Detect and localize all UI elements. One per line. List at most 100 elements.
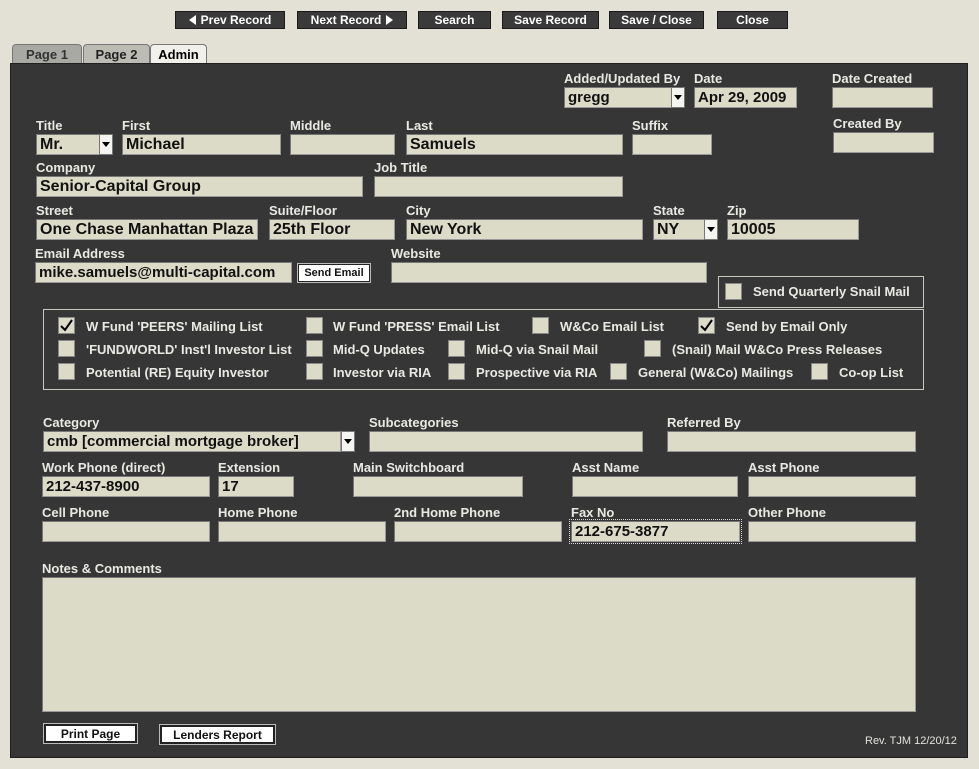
list-checkbox-investor-ria[interactable]: [306, 363, 323, 380]
tab-page-2[interactable]: Page 2: [83, 44, 150, 64]
suffix-label: Suffix: [632, 118, 669, 133]
list-checkbox-general-mailings[interactable]: [610, 363, 627, 380]
list-checkbox-fundworld[interactable]: [58, 340, 75, 357]
referred-by-field[interactable]: [667, 431, 916, 452]
work-phone-field[interactable]: 212-437-8900: [42, 476, 210, 497]
notes-label: Notes & Comments: [42, 561, 162, 576]
list-label-equity-investor: Potential (RE) Equity Investor: [86, 365, 269, 380]
prev-record-button[interactable]: Prev Record: [175, 11, 285, 29]
extension-label: Extension: [218, 460, 281, 475]
suite-label: Suite/Floor: [269, 203, 337, 218]
triangle-left-icon: [188, 15, 196, 25]
asst-name-field[interactable]: [572, 476, 738, 497]
fax-field[interactable]: 212-675-3877: [569, 519, 742, 544]
list-checkbox-press-releases[interactable]: [644, 340, 661, 357]
last-name-field[interactable]: Samuels: [406, 134, 623, 155]
chevron-down-icon: [102, 142, 110, 147]
other-phone-label: Other Phone: [748, 505, 827, 520]
list-checkbox-peers[interactable]: [58, 317, 75, 334]
list-label-peers: W Fund 'PEERS' Mailing List: [86, 319, 263, 334]
title-dropdown[interactable]: [99, 134, 113, 155]
asst-phone-label: Asst Phone: [748, 460, 820, 475]
list-checkbox-email-only[interactable]: [698, 317, 715, 334]
list-checkbox-midq[interactable]: [306, 340, 323, 357]
extension-field[interactable]: 17: [218, 476, 294, 497]
next-record-button[interactable]: Next Record: [297, 11, 407, 29]
first-label: First: [122, 118, 151, 133]
date-label: Date: [694, 71, 723, 86]
created-by-field[interactable]: [833, 132, 934, 153]
list-label-email-only: Send by Email Only: [726, 319, 848, 334]
triangle-right-icon: [386, 15, 394, 25]
suffix-field[interactable]: [632, 134, 712, 155]
first-name-field[interactable]: Michael: [122, 134, 281, 155]
added-by-dropdown[interactable]: [671, 87, 685, 108]
list-label-investor-ria: Investor via RIA: [333, 365, 432, 380]
notes-textarea[interactable]: [42, 577, 916, 712]
city-field[interactable]: New York: [406, 219, 643, 240]
switchboard-label: Main Switchboard: [353, 460, 465, 475]
home2-phone-label: 2nd Home Phone: [394, 505, 501, 520]
date-field[interactable]: Apr 29, 2009: [694, 87, 797, 108]
referred-by-label: Referred By: [667, 415, 741, 430]
home-phone-field[interactable]: [218, 521, 386, 542]
job-title-field[interactable]: [374, 176, 623, 197]
added-by-label: Added/Updated By: [564, 71, 681, 86]
search-button[interactable]: Search: [418, 11, 491, 29]
asst-name-label: Asst Name: [572, 460, 640, 475]
list-label-press: W Fund 'PRESS' Email List: [333, 319, 500, 334]
subcategories-field[interactable]: [369, 431, 643, 452]
title-select[interactable]: Mr.: [36, 134, 100, 155]
website-field[interactable]: [391, 262, 707, 283]
list-label-midq-snail: Mid-Q via Snail Mail: [476, 342, 599, 357]
last-label: Last: [406, 118, 433, 133]
email-label: Email Address: [35, 246, 125, 261]
state-dropdown[interactable]: [704, 219, 718, 240]
switchboard-field[interactable]: [353, 476, 523, 497]
list-checkbox-prospective-ria[interactable]: [448, 363, 465, 380]
company-field[interactable]: Senior-Capital Group: [36, 176, 363, 197]
tab-page-1[interactable]: Page 1: [12, 44, 82, 64]
list-checkbox-equity-investor[interactable]: [58, 363, 75, 380]
suite-field[interactable]: 25th Floor: [269, 219, 395, 240]
email-field[interactable]: mike.samuels@multi-capital.com: [35, 262, 292, 283]
added-by-select[interactable]: gregg: [564, 87, 673, 108]
date-created-field[interactable]: [832, 87, 933, 108]
save-record-button[interactable]: Save Record: [502, 11, 599, 29]
created-by-label: Created By: [833, 116, 902, 131]
print-page-button[interactable]: Print Page: [43, 723, 138, 744]
list-label-general-mailings: General (W&Co) Mailings: [638, 365, 794, 380]
tab-admin[interactable]: Admin: [150, 44, 207, 64]
snail-mail-checkbox[interactable]: [725, 283, 742, 300]
chevron-down-icon: [344, 439, 352, 444]
home2-phone-field[interactable]: [394, 521, 562, 542]
job-title-label: Job Title: [374, 160, 428, 175]
cell-phone-field[interactable]: [42, 521, 210, 542]
category-select[interactable]: cmb [commercial mortgage broker]: [43, 431, 341, 452]
company-label: Company: [36, 160, 96, 175]
list-label-press-releases: (Snail) Mail W&Co Press Releases: [672, 342, 883, 357]
list-checkbox-press[interactable]: [306, 317, 323, 334]
work-phone-label: Work Phone (direct): [42, 460, 166, 475]
asst-phone-field[interactable]: [748, 476, 916, 497]
category-label: Category: [43, 415, 100, 430]
state-select[interactable]: NY: [653, 219, 705, 240]
street-field[interactable]: One Chase Manhattan Plaza: [36, 219, 258, 240]
form-panel: Added/Updated By gregg Date Apr 29, 2009…: [10, 63, 968, 758]
list-checkbox-midq-snail[interactable]: [448, 340, 465, 357]
list-label-wco-email: W&Co Email List: [560, 319, 665, 334]
send-email-button[interactable]: Send Email: [297, 263, 371, 283]
cell-phone-label: Cell Phone: [42, 505, 110, 520]
list-label-coop: Co-op List: [839, 365, 904, 380]
list-checkbox-coop[interactable]: [811, 363, 828, 380]
zip-field[interactable]: 10005: [727, 219, 859, 240]
other-phone-field[interactable]: [748, 521, 916, 542]
save-close-button[interactable]: Save / Close: [609, 11, 704, 29]
title-label: Title: [36, 118, 63, 133]
lenders-report-button[interactable]: Lenders Report: [159, 724, 276, 745]
list-checkbox-wco-email[interactable]: [532, 317, 549, 334]
close-button[interactable]: Close: [717, 11, 788, 29]
category-dropdown[interactable]: [341, 431, 355, 452]
middle-name-field[interactable]: [290, 134, 395, 155]
list-label-prospective-ria: Prospective via RIA: [476, 365, 598, 380]
